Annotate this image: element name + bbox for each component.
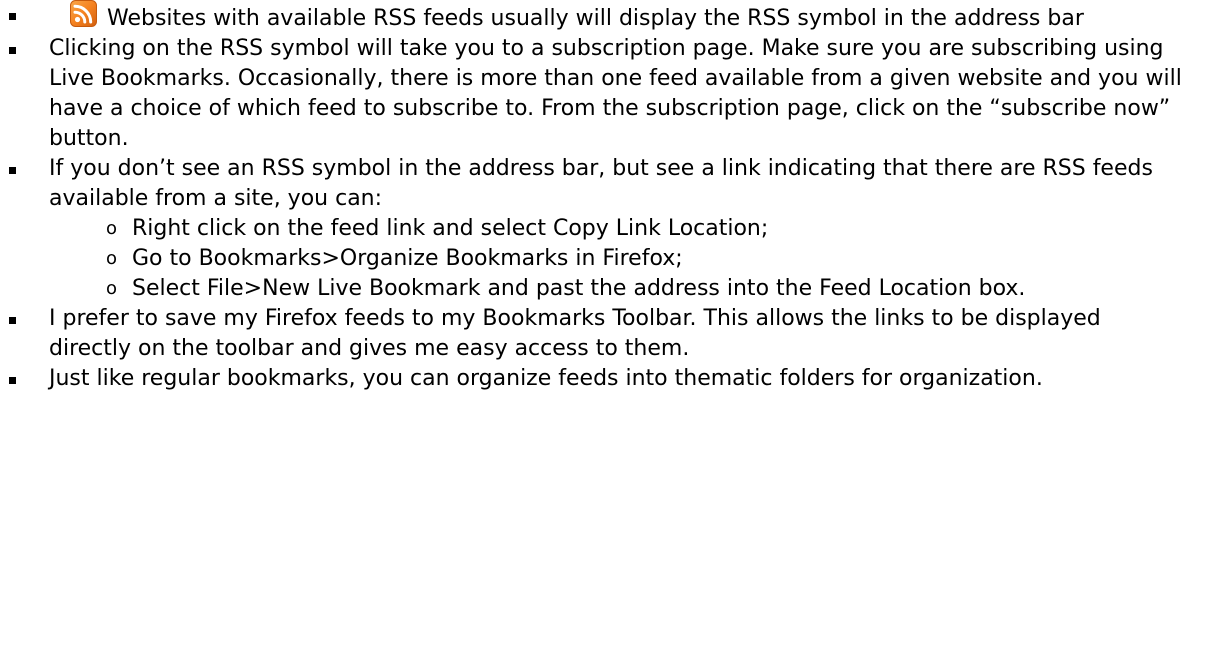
bullet-item-thematic-folders: Just like regular bookmarks, you can org… xyxy=(0,364,1188,394)
bullet-item-bookmarks-toolbar: I prefer to save my Firefox feeds to my … xyxy=(0,304,1188,364)
bullet-text: Websites with available RSS feeds usuall… xyxy=(107,6,1084,31)
rss-feed-icon xyxy=(70,0,97,27)
bullet-text: If you don’t see an RSS symbol in the ad… xyxy=(49,156,1153,211)
bullet-text: I prefer to save my Firefox feeds to my … xyxy=(49,306,1101,361)
sub-bullet-new-live-bookmark: Select File>New Live Bookmark and past t… xyxy=(49,274,1188,304)
sub-bullet-list: Right click on the feed link and select … xyxy=(49,214,1188,304)
sub-bullet-copy-link: Right click on the feed link and select … xyxy=(49,214,1188,244)
bullet-text: Clicking on the RSS symbol will take you… xyxy=(49,36,1182,151)
document-page: Websites with available RSS feeds usuall… xyxy=(0,0,1208,662)
bullet-item-rss-symbol: Websites with available RSS feeds usuall… xyxy=(0,0,1188,34)
bullet-list: Websites with available RSS feeds usuall… xyxy=(0,0,1188,394)
bullet-item-subscription-page: Clicking on the RSS symbol will take you… xyxy=(0,34,1188,154)
sub-bullet-organize-bookmarks: Go to Bookmarks>Organize Bookmarks in Fi… xyxy=(49,244,1188,274)
bullet-text: Just like regular bookmarks, you can org… xyxy=(49,366,1043,391)
bullet-item-no-rss-symbol: If you don’t see an RSS symbol in the ad… xyxy=(0,154,1188,304)
